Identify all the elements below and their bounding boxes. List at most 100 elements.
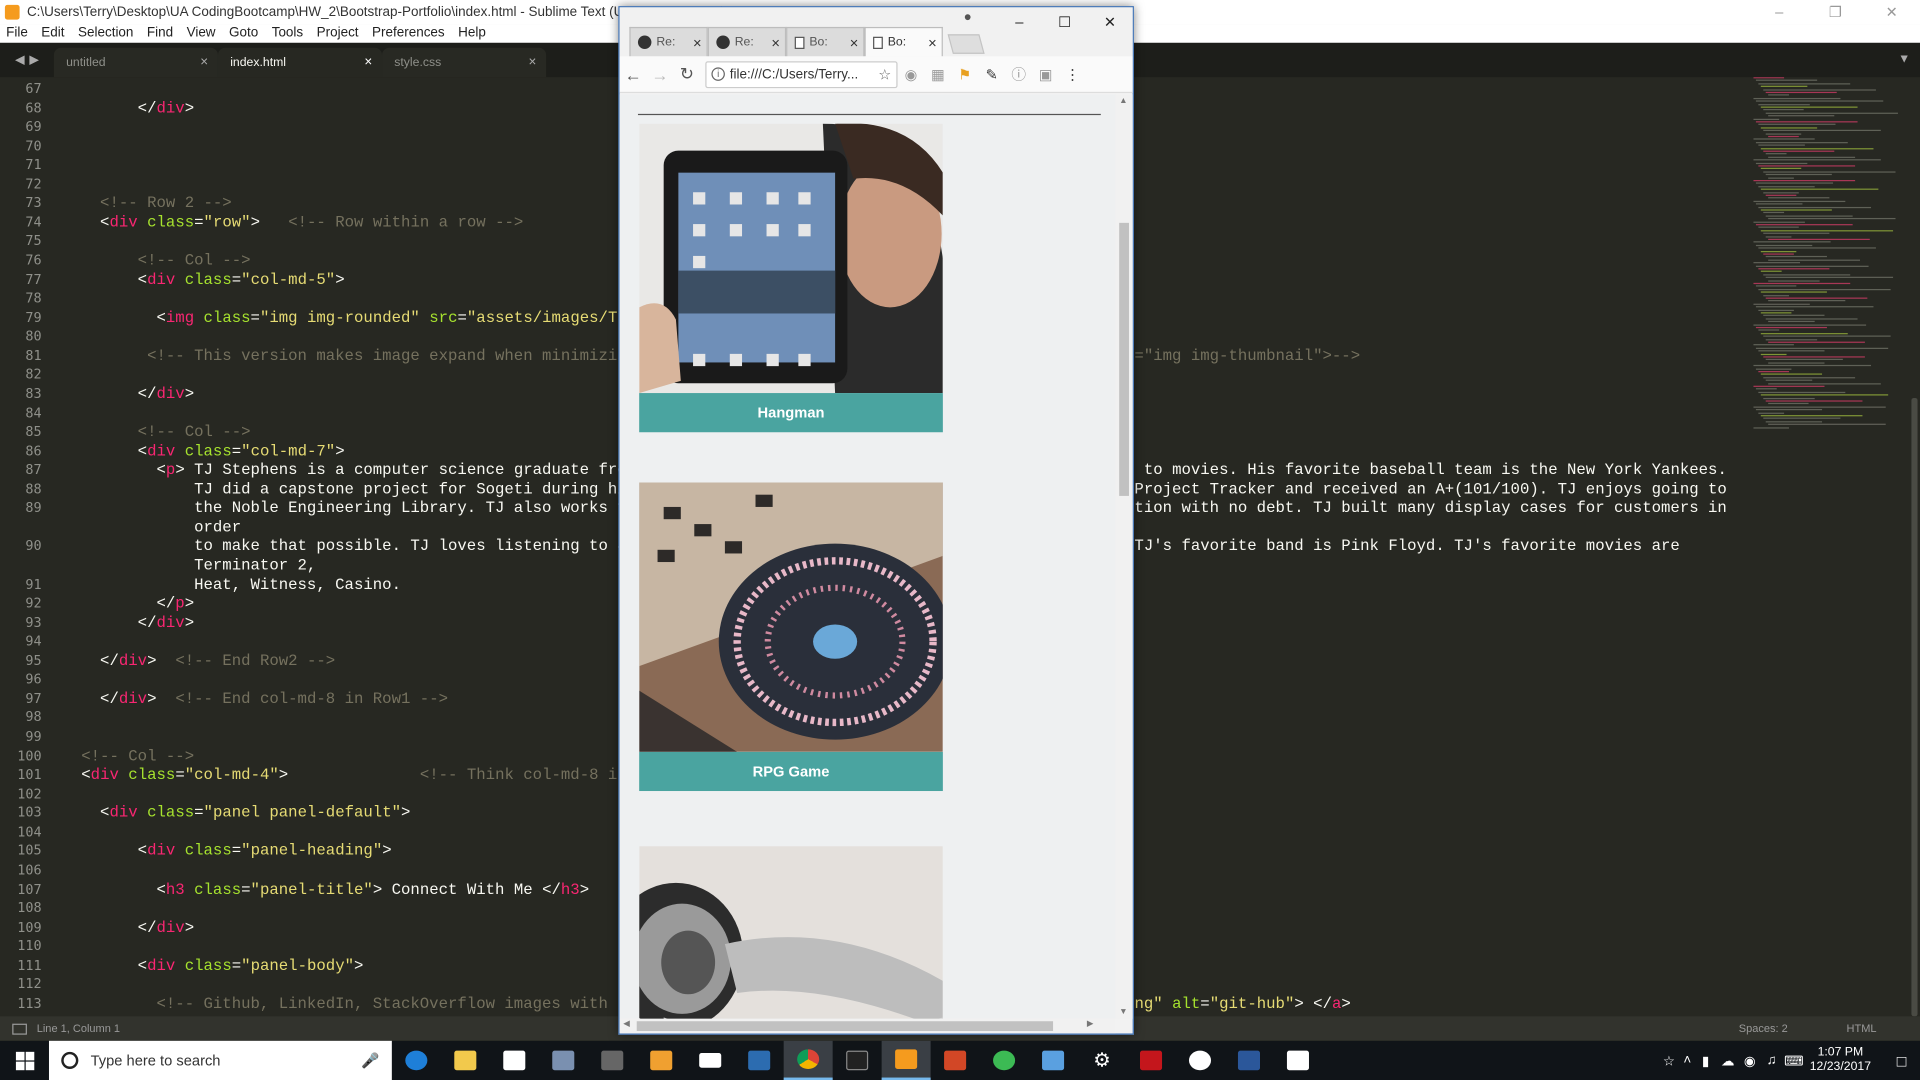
menu-item-file[interactable]: File [0,24,35,42]
portfolio-card-hangman[interactable]: Hangman [639,123,943,433]
code-line[interactable]: </div> <!-- End col-md-8 in Row1 --> [62,689,448,707]
menu-item-project[interactable]: Project [311,24,366,42]
url-text[interactable]: file:///C:/Users/Terry... [730,67,874,82]
people-icon[interactable]: ☆ [1658,1052,1680,1069]
code-line[interactable]: <div class="col-md-7"> [62,442,345,460]
minimap[interactable] [1749,77,1920,1017]
close-tab-icon[interactable]: × [364,55,372,70]
code-line[interactable]: <div class="row"> <!-- Row within a row … [62,213,523,231]
scroll-thumb[interactable] [636,1021,1054,1032]
browser-tab[interactable]: Re: × [629,26,708,57]
portfolio-card-3[interactable] [639,846,943,1019]
code-line[interactable]: order [62,518,241,536]
portfolio-card-rpg-game[interactable]: RPG Game [639,482,943,792]
card-image[interactable] [639,482,943,752]
powerpoint-icon[interactable] [931,1041,980,1080]
code-line[interactable]: </div> <!-- End Row2 --> [62,651,335,669]
scroll-right-icon[interactable]: ▶ [1087,1019,1094,1029]
close-tab-icon[interactable]: × [528,55,536,70]
battery-icon[interactable]: ▮ [1695,1052,1717,1069]
scroll-down-icon[interactable]: ▼ [1119,1008,1127,1017]
new-tab-button[interactable] [947,34,985,54]
code-line[interactable]: Terminator 2, [62,556,316,574]
code-line[interactable]: <!-- Col --> [62,251,251,269]
card-image[interactable] [639,123,943,394]
scroll-up-icon[interactable]: ▲ [1119,97,1127,106]
code-line[interactable]: <div class="panel panel-default"> [62,804,410,822]
tab-dropdown-icon[interactable]: ▼ [1898,53,1910,66]
taskbar-clock[interactable]: 1:07 PM 12/23/2017 [1810,1046,1871,1075]
page-vertical-scrollbar[interactable]: ▲ ▼ [1115,94,1133,1019]
code-line[interactable]: </div> [62,99,194,117]
vscode-icon[interactable] [735,1041,784,1080]
code-line[interactable]: <div class="col-md-5"> [62,270,345,288]
chrome-taskbar-icon[interactable] [783,1040,833,1080]
terminal-icon[interactable] [833,1041,882,1080]
page-viewport[interactable]: Hangman RPG Game [619,94,1116,1019]
keyboard-icon[interactable]: ⌨ [1783,1052,1805,1069]
editor-tab[interactable]: untitled × [53,47,218,78]
close-tab-icon[interactable]: × [693,34,702,51]
3d-app-icon[interactable] [1029,1041,1078,1080]
app-icon[interactable] [1176,1041,1225,1080]
code-line[interactable]: </div> [62,384,194,402]
file-explorer-icon[interactable] [441,1041,490,1080]
code-line[interactable]: </div> [62,918,194,936]
back-icon[interactable]: ← [620,61,647,88]
code-line[interactable]: <!-- Col --> [62,746,194,764]
browser-tab[interactable]: Bo: × [864,26,943,57]
show-hidden-icons-icon[interactable]: ˄ [1680,1053,1695,1068]
chrome-maximize-button[interactable]: ☐ [1042,7,1087,36]
edge-icon[interactable] [392,1041,441,1080]
extension-icon[interactable]: ▣ [1032,61,1059,88]
close-tab-icon[interactable]: × [850,34,859,51]
info-icon[interactable]: i [711,67,725,81]
code-line[interactable]: <h3 class="panel-title"> Connect With Me… [62,880,589,898]
menu-item-edit[interactable]: Edit [35,24,72,42]
extension-icon[interactable]: ⚑ [951,61,978,88]
close-tab-icon[interactable]: × [928,34,937,51]
editor-scrollbar[interactable] [1911,397,1918,1017]
minimize-button[interactable]: – [1751,0,1807,24]
settings-icon[interactable]: ⚙ [1078,1041,1127,1080]
close-tab-icon[interactable]: × [200,55,208,70]
browser-tab[interactable]: Re: × [707,26,787,57]
panel-toggle-icon[interactable] [12,1023,27,1035]
app-icon[interactable] [588,1041,637,1080]
reload-icon[interactable]: ↻ [673,61,700,88]
extension-icon[interactable]: ⓘ [1005,61,1032,88]
menu-item-tools[interactable]: Tools [266,24,311,42]
code-line[interactable]: <div class="panel-body"> [62,956,364,974]
maximize-button[interactable]: ❐ [1807,0,1863,24]
people-app-icon[interactable] [539,1041,588,1080]
tab-next-icon[interactable]: ▶ [29,53,38,66]
code-line[interactable]: <img class="img img-rounded" src="assets… [62,308,626,326]
code-line[interactable]: </p> [62,594,194,612]
chrome-menu-icon[interactable]: ⋮ [1059,61,1086,88]
mail-icon[interactable] [686,1041,735,1080]
search-placeholder[interactable]: Type here to search [91,1052,221,1069]
menu-item-help[interactable]: Help [452,24,493,42]
code-line[interactable]: <!-- Col --> [62,423,251,441]
tab-nav-arrows[interactable]: ◀ ▶ [0,43,54,77]
menu-item-find[interactable]: Find [141,24,181,42]
close-button[interactable]: ✕ [1864,0,1920,24]
syntax-setting[interactable]: HTML [1847,1022,1877,1034]
tab-prev-icon[interactable]: ◀ [15,53,24,66]
onedrive-icon[interactable]: ☁ [1717,1052,1739,1069]
bookmark-star-icon[interactable]: ☆ [878,66,891,83]
menu-item-preferences[interactable]: Preferences [366,24,452,42]
wifi-icon[interactable]: ◉ [1739,1052,1761,1069]
chrome-close-button[interactable]: ✕ [1087,7,1132,36]
eyedropper-extension-icon[interactable]: ✎ [978,61,1005,88]
card-image[interactable] [639,846,943,1019]
store-icon[interactable] [490,1041,539,1080]
microphone-icon[interactable]: 🎤 [361,1052,379,1069]
photos-icon[interactable] [1273,1041,1322,1080]
scroll-thumb[interactable] [1119,222,1129,496]
app-icon[interactable] [980,1041,1029,1080]
code-line[interactable]: <!-- Row 2 --> [62,194,232,212]
card-caption[interactable]: RPG Game [639,751,943,792]
indentation-setting[interactable]: Spaces: 2 [1739,1022,1788,1034]
acrobat-icon[interactable] [1127,1041,1176,1080]
